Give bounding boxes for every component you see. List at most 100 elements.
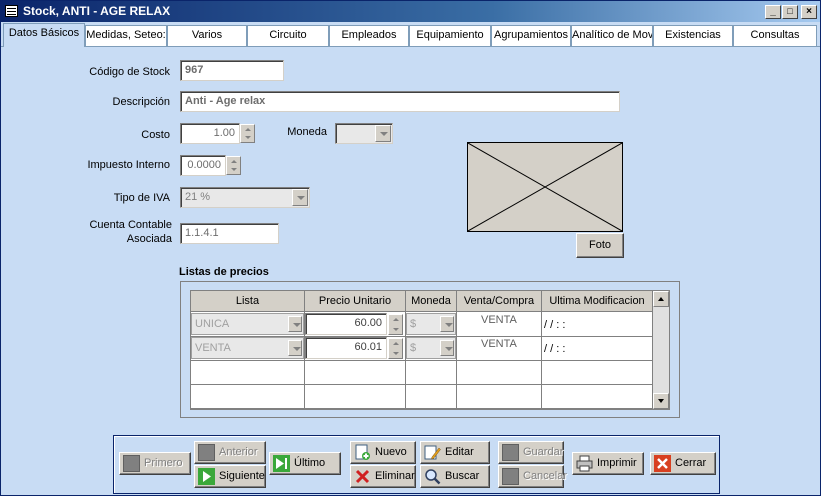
tab-datos-basicos[interactable]: Datos Básicos (3, 23, 85, 47)
descripcion-field[interactable]: Anti - Age relax (180, 91, 620, 112)
close-button[interactable]: × (801, 5, 817, 19)
lista-value: UNICA (195, 318, 230, 330)
datos-basicos-panel: Código de Stock 967 Descripción Anti - A… (1, 46, 820, 495)
chevron-down-icon[interactable] (440, 316, 454, 332)
column-divider (541, 312, 542, 410)
stock-window: Stock, ANTI - AGE RELAX _ □ × Datos Bási… (0, 0, 821, 496)
moneda-cell-select[interactable]: $ (406, 313, 456, 335)
venta-compra-cell: VENTA (481, 338, 517, 350)
imprimir-label: Imprimir (597, 457, 637, 469)
chevron-down-icon[interactable] (288, 340, 302, 356)
impuesto-label: Impuesto Interno (87, 159, 170, 171)
impuesto-field[interactable]: 0.0000 (180, 155, 226, 176)
precio-field[interactable]: 60.00 (305, 313, 387, 335)
tab-agrupamientos[interactable]: Agrupamientos (491, 25, 571, 46)
tipo-iva-value: 21 % (185, 191, 211, 203)
last-record-icon (273, 455, 290, 472)
tab-existencias[interactable]: Existencias (653, 25, 733, 46)
codigo-label: Código de Stock (89, 66, 170, 78)
cuenta-field[interactable]: 1.1.4.1 (180, 223, 279, 244)
ultima-modificacion-cell: / / : : (544, 319, 566, 331)
save-icon (502, 444, 519, 461)
app-icon[interactable] (5, 5, 18, 17)
tab-equipamiento[interactable]: Equipamiento (409, 25, 491, 46)
column-header-venta-compra[interactable]: Venta/Compra (457, 291, 542, 312)
row-divider (191, 384, 653, 385)
ultimo-button[interactable]: Último (269, 452, 341, 475)
editar-button[interactable]: Editar (420, 441, 490, 464)
minimize-button[interactable]: _ (765, 5, 781, 19)
column-header-precio[interactable]: Precio Unitario (305, 291, 406, 312)
foto-button[interactable]: Foto (576, 233, 624, 258)
tab-medidas[interactable]: Medidas, Seteo: (85, 25, 167, 46)
buscar-button[interactable]: Buscar (420, 465, 490, 488)
cancel-icon (502, 468, 519, 485)
grid-scrollbar[interactable] (653, 291, 669, 409)
anterior-label: Anterior (219, 446, 258, 458)
primero-button[interactable]: Primero (119, 452, 191, 475)
buscar-label: Buscar (445, 470, 480, 482)
cuenta-label-line1: Cuenta Contable (89, 219, 172, 231)
chevron-down-icon[interactable] (292, 189, 308, 206)
image-placeholder-icon (467, 142, 623, 232)
previous-record-icon (198, 444, 215, 461)
tab-consultas[interactable]: Consultas (733, 25, 817, 46)
next-record-icon (198, 468, 215, 485)
lista-value: VENTA (195, 342, 231, 354)
precio-spinner[interactable] (388, 338, 403, 359)
costo-field[interactable]: 1.00 (180, 123, 240, 144)
printer-icon (576, 455, 593, 472)
tab-empleados[interactable]: Empleados (329, 25, 409, 46)
column-header-ultima-modificacion[interactable]: Ultima Modificacion (542, 291, 653, 312)
price-lists-grid: Lista Precio Unitario Moneda Venta/Compr… (190, 290, 670, 410)
tab-circuito[interactable]: Circuito (247, 25, 329, 46)
editar-label: Editar (445, 446, 474, 458)
eliminar-button[interactable]: Eliminar (350, 465, 416, 488)
codigo-field[interactable]: 967 (180, 60, 284, 81)
anterior-button[interactable]: Anterior (194, 441, 266, 464)
precio-spinner[interactable] (388, 314, 403, 335)
lista-select[interactable]: VENTA (191, 337, 304, 359)
navigation-toolbar: Primero Anterior Siguiente Último Nuevo … (113, 435, 720, 494)
scroll-up-button[interactable] (653, 291, 669, 307)
maximize-button[interactable]: □ (782, 5, 798, 19)
title-bar[interactable]: Stock, ANTI - AGE RELAX _ □ × (1, 1, 820, 22)
chevron-down-icon[interactable] (288, 316, 302, 332)
moneda-label: Moneda (287, 126, 327, 138)
cerrar-label: Cerrar (675, 457, 707, 469)
descripcion-label: Descripción (112, 96, 170, 108)
cancelar-button[interactable]: Cancelar (498, 465, 567, 488)
column-header-moneda[interactable]: Moneda (406, 291, 457, 312)
guardar-button[interactable]: Guardar (498, 441, 564, 464)
impuesto-spinner[interactable] (226, 156, 241, 175)
chevron-down-icon[interactable] (440, 340, 454, 356)
cuenta-label-line2: Asociada (126, 233, 172, 245)
tab-strip: Datos Básicos Medidas, Seteo: Varios Cir… (1, 23, 820, 47)
photo-placeholder[interactable] (467, 142, 623, 232)
moneda-select[interactable] (335, 123, 393, 144)
primero-label: Primero (144, 457, 183, 469)
search-icon (425, 469, 441, 485)
tab-varios[interactable]: Varios (167, 25, 247, 46)
costo-spinner[interactable] (240, 124, 255, 143)
lista-select[interactable]: UNICA (191, 313, 304, 335)
nuevo-label: Nuevo (375, 446, 407, 458)
column-divider (456, 312, 457, 410)
chevron-down-icon[interactable] (375, 125, 391, 142)
nuevo-button[interactable]: Nuevo (350, 441, 416, 464)
tipo-iva-select[interactable]: 21 % (180, 187, 310, 208)
column-header-lista[interactable]: Lista (191, 291, 305, 312)
eliminar-label: Eliminar (375, 470, 415, 482)
ultima-modificacion-cell: / / : : (544, 343, 566, 355)
imprimir-button[interactable]: Imprimir (572, 452, 644, 475)
guardar-label: Guardar (523, 446, 564, 458)
precio-field[interactable]: 60.01 (305, 337, 387, 359)
tab-analitico[interactable]: Analítico de Mov (571, 25, 653, 46)
row-divider (191, 408, 653, 409)
siguiente-button[interactable]: Siguiente (194, 465, 266, 488)
first-record-icon (123, 455, 140, 472)
scroll-down-button[interactable] (653, 393, 669, 409)
costo-label: Costo (141, 129, 170, 141)
cerrar-button[interactable]: Cerrar (650, 452, 716, 475)
moneda-cell-select[interactable]: $ (406, 337, 456, 359)
